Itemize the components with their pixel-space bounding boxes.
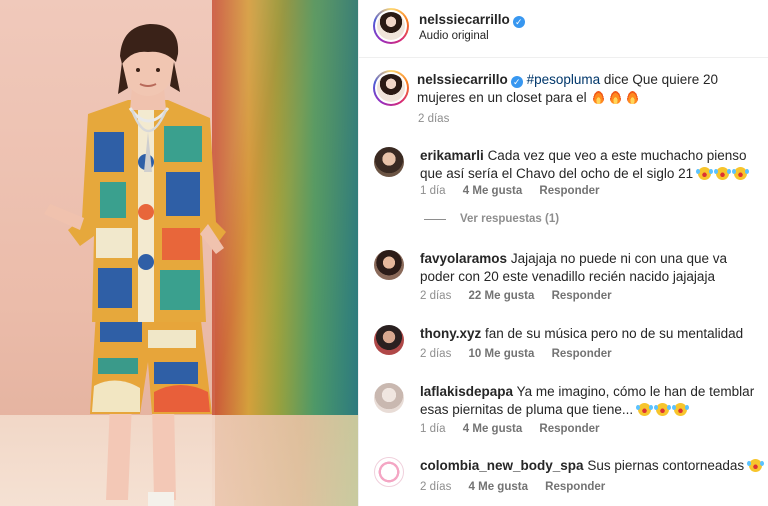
post-details-panel: nelssiecarrillo ✓ Audio original nelssiec… <box>358 0 768 506</box>
reply-button[interactable]: Responder <box>539 423 599 435</box>
comment-likes[interactable]: 4 Me gusta <box>469 481 528 493</box>
reply-button[interactable]: Responder <box>539 185 599 197</box>
comment-text: Sus piernas contorneadas <box>587 458 745 473</box>
laughing-emoji-icon <box>732 167 750 180</box>
comment-time[interactable]: 2 días <box>420 481 451 493</box>
fire-emoji-icon <box>609 91 621 104</box>
comment-item: thony.xyz fan de su música pero no de su… <box>359 325 768 365</box>
caption-timestamp[interactable]: 2 días <box>418 113 449 125</box>
commenter-username[interactable]: colombia_new_body_spa <box>420 458 584 473</box>
comment-likes[interactable]: 4 Me gusta <box>463 423 522 435</box>
comment-meta: 1 día 4 Me gusta Responder <box>420 185 614 197</box>
post-header: nelssiecarrillo ✓ Audio original <box>359 0 768 58</box>
comment-time[interactable]: 2 días <box>420 348 451 360</box>
comment-time[interactable]: 2 días <box>420 290 451 302</box>
comment-text: fan de su música pero no de su mentalida… <box>485 326 744 341</box>
commenter-avatar[interactable] <box>374 147 404 177</box>
comment-item: laflakisdepapa Ya me imagino, cómo le ha… <box>359 383 768 439</box>
comment-time[interactable]: 1 día <box>420 423 446 435</box>
comment-meta: 2 días 10 Me gusta Responder <box>420 348 626 360</box>
laughing-emoji-icon <box>696 167 714 180</box>
commenter-username[interactable]: erikamarli <box>420 148 484 163</box>
commenter-username[interactable]: favyolaramos <box>420 251 507 266</box>
commenter-username[interactable]: laflakisdepapa <box>420 384 513 399</box>
audio-label[interactable]: Audio original <box>419 30 489 42</box>
comment-item: favyolaramos Jajajaja no puede ni con un… <box>359 250 768 310</box>
reply-button[interactable]: Responder <box>552 348 612 360</box>
caption-username[interactable]: nelssiecarrillo <box>417 72 508 87</box>
comment-meta: 2 días 22 Me gusta Responder <box>420 290 626 302</box>
view-replies-label: Ver respuestas (1) <box>460 213 560 225</box>
reply-button[interactable]: Responder <box>545 481 605 493</box>
man-in-patterned-outfit <box>44 24 226 506</box>
commenter-avatar[interactable] <box>374 325 404 355</box>
comment-likes[interactable]: 22 Me gusta <box>469 290 535 302</box>
comment-meta: 1 día 4 Me gusta Responder <box>420 423 614 435</box>
comment-likes[interactable]: 4 Me gusta <box>463 185 522 197</box>
author-header-name[interactable]: nelssiecarrillo ✓ <box>419 11 525 29</box>
comment-time[interactable]: 1 día <box>420 185 446 197</box>
caption-hashtag[interactable]: #pesopluma <box>527 72 601 87</box>
post-media-video[interactable] <box>0 0 358 506</box>
caption-author-avatar[interactable] <box>373 70 409 106</box>
commenter-avatar[interactable] <box>374 383 404 413</box>
author-username[interactable]: nelssiecarrillo <box>419 12 510 27</box>
laughing-emoji-icon <box>714 167 732 180</box>
author-avatar[interactable] <box>373 8 409 44</box>
commenter-avatar[interactable] <box>374 457 404 487</box>
fire-emoji-icon <box>626 91 638 104</box>
commenter-username[interactable]: thony.xyz <box>420 326 481 341</box>
commenter-avatar[interactable] <box>374 250 404 280</box>
comment-item: colombia_new_body_spa Sus piernas contor… <box>359 457 768 497</box>
laughing-emoji-icon <box>636 403 654 416</box>
laughing-emoji-icon <box>747 459 765 472</box>
comment-likes[interactable]: 10 Me gusta <box>469 348 535 360</box>
replies-divider <box>424 218 446 220</box>
laughing-emoji-icon <box>672 403 690 416</box>
verified-icon: ✓ <box>510 76 523 88</box>
fire-emoji-icon <box>592 91 604 104</box>
comment-item: erikamarli Cada vez que veo a este mucha… <box>359 147 768 207</box>
reply-button[interactable]: Responder <box>552 290 612 302</box>
comment-meta: 2 días 4 Me gusta Responder <box>420 481 619 493</box>
laughing-emoji-icon <box>654 403 672 416</box>
post-caption: nelssiecarrillo ✓ #pesopluma dice Que qui… <box>417 71 767 107</box>
view-replies-button[interactable]: Ver respuestas (1) <box>424 213 559 225</box>
verified-icon: ✓ <box>512 16 525 28</box>
